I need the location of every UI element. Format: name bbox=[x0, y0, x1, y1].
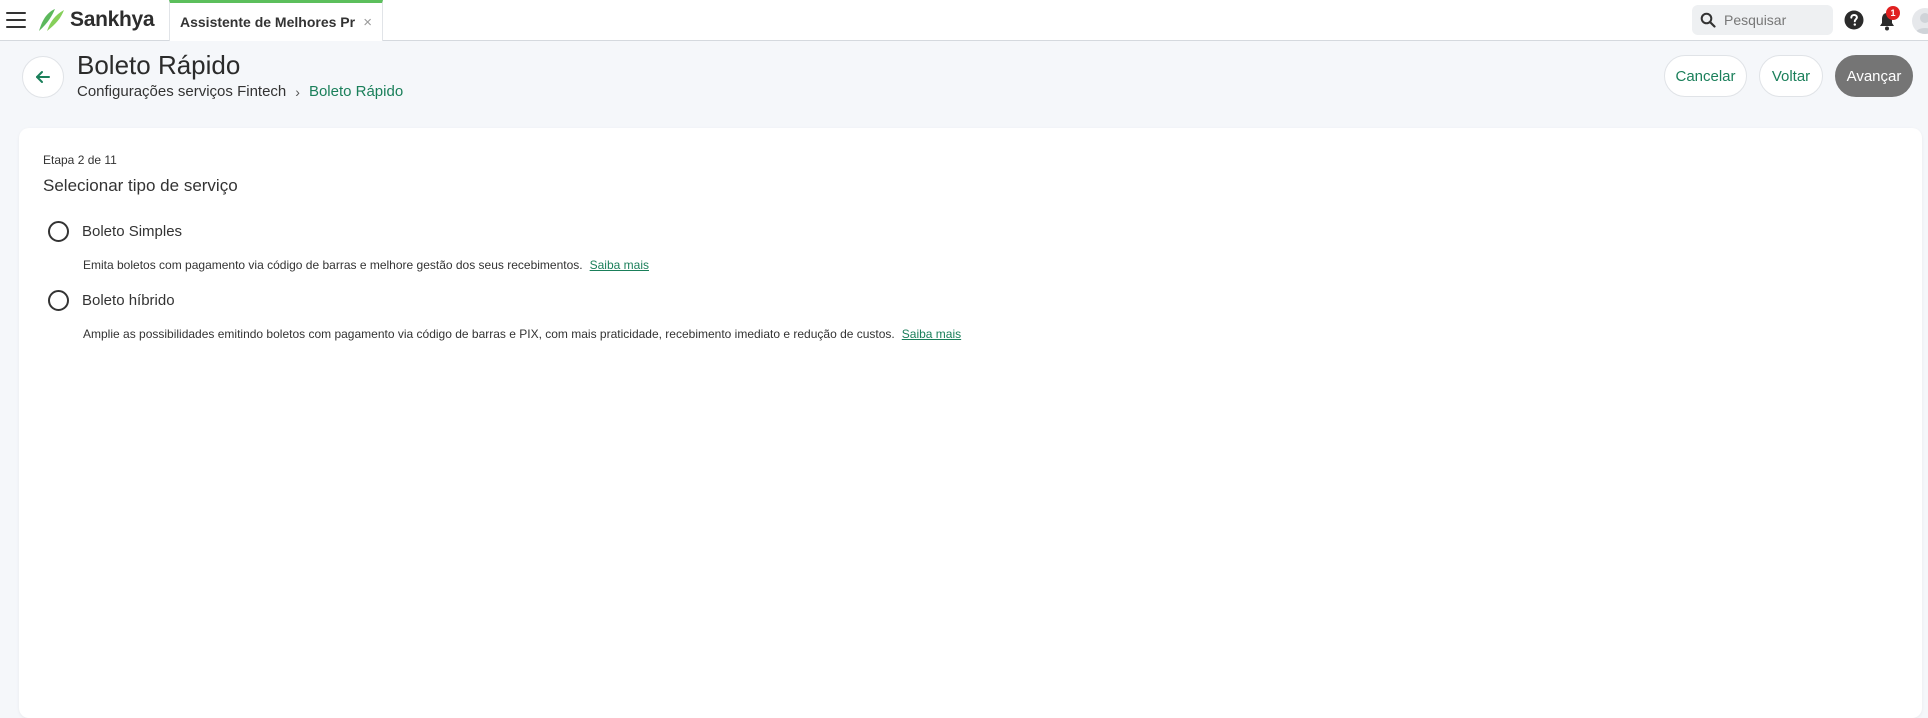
sankhya-logo[interactable]: Sankhya bbox=[36, 7, 155, 33]
radio-button[interactable] bbox=[48, 221, 69, 242]
option-description: Amplie as possibilidades emitindo boleto… bbox=[83, 327, 961, 341]
user-avatar[interactable] bbox=[1912, 8, 1928, 34]
sankhya-leaf-icon bbox=[39, 9, 64, 31]
breadcrumb-current: Boleto Rápido bbox=[308, 83, 404, 100]
user-silhouette-icon bbox=[1915, 13, 1928, 34]
breadcrumb-root[interactable]: Configurações serviços Fintech bbox=[77, 83, 286, 100]
help-icon[interactable] bbox=[1844, 10, 1864, 30]
radio-button[interactable] bbox=[48, 290, 69, 311]
search-icon bbox=[1700, 12, 1716, 28]
saiba-mais-link[interactable]: Saiba mais bbox=[590, 258, 649, 272]
search-input[interactable] bbox=[1724, 12, 1824, 28]
close-tab-icon[interactable]: × bbox=[363, 14, 372, 31]
chevron-right-icon: › bbox=[295, 83, 300, 100]
back-arrow-button[interactable] bbox=[22, 56, 64, 98]
brand-name: Sankhya bbox=[70, 8, 155, 31]
top-bar: Sankhya Assistente de Melhores Pr... × 1 bbox=[0, 0, 1928, 41]
saiba-mais-link[interactable]: Saiba mais bbox=[902, 327, 961, 341]
option-description-text: Emita boletos com pagamento via código d… bbox=[83, 258, 583, 272]
step-indicator: Etapa 2 de 11 bbox=[43, 153, 117, 167]
option-description-text: Amplie as possibilidades emitindo boleto… bbox=[83, 327, 895, 341]
cancel-button[interactable]: Cancelar bbox=[1664, 55, 1747, 97]
option-description: Emita boletos com pagamento via código d… bbox=[83, 258, 649, 272]
option-label: Boleto híbrido bbox=[82, 292, 175, 309]
tab-label: Assistente de Melhores Pr... bbox=[180, 14, 356, 30]
back-button[interactable]: Voltar bbox=[1759, 55, 1823, 97]
option-boleto-hibrido[interactable]: Boleto híbrido bbox=[48, 290, 175, 311]
option-label: Boleto Simples bbox=[82, 223, 183, 240]
section-title: Selecionar tipo de serviço bbox=[43, 176, 238, 195]
notification-badge: 1 bbox=[1886, 6, 1900, 20]
hamburger-menu-icon[interactable] bbox=[6, 12, 26, 28]
option-boleto-simples[interactable]: Boleto Simples bbox=[48, 221, 182, 242]
tab-assistente[interactable]: Assistente de Melhores Pr... × bbox=[169, 0, 383, 41]
wizard-card: Etapa 2 de 11 Selecionar tipo de serviço… bbox=[19, 128, 1922, 718]
next-button[interactable]: Avançar bbox=[1835, 55, 1913, 97]
page-title: Boleto Rápido bbox=[77, 50, 241, 80]
breadcrumb: Configurações serviços Fintech › Boleto … bbox=[77, 83, 403, 100]
search-box[interactable] bbox=[1692, 5, 1833, 35]
arrow-left-icon bbox=[36, 71, 50, 83]
